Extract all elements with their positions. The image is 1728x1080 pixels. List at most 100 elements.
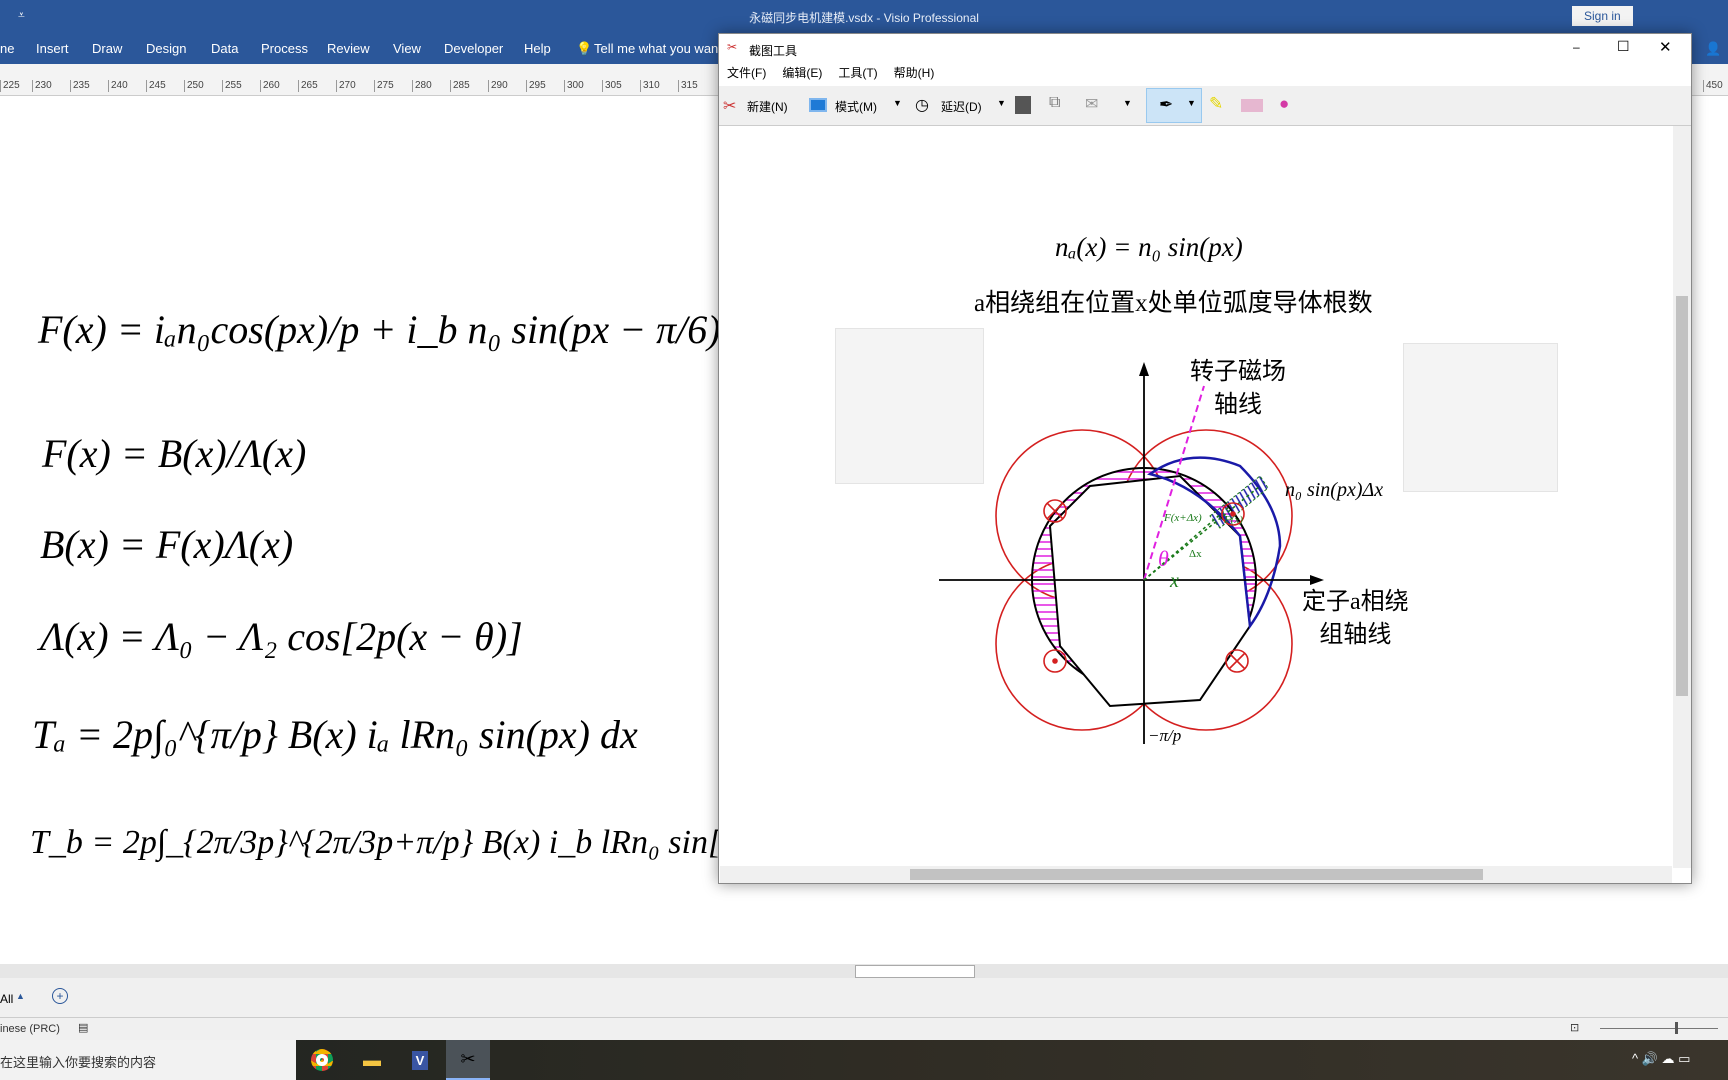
snipping-tool-taskbar-icon[interactable]: ✂: [446, 1040, 490, 1080]
ruler-tick: 225: [0, 80, 20, 92]
canvas-horizontal-scrollbar[interactable]: [0, 964, 1728, 978]
delay-dropdown-icon[interactable]: ▼: [997, 98, 1006, 108]
ruler-tick: 310: [640, 80, 660, 92]
ruler-tick: 230: [32, 80, 52, 92]
macro-icon[interactable]: ▤: [78, 1021, 88, 1034]
tab-view[interactable]: View: [393, 41, 421, 56]
close-button[interactable]: ✕: [1659, 38, 1672, 56]
snip-menu-bar: 文件(F) 编辑(E) 工具(T) 帮助(H): [719, 64, 1691, 86]
zoom-slider[interactable]: [1600, 1028, 1718, 1029]
sign-in-button[interactable]: Sign in: [1572, 6, 1633, 26]
file-explorer-icon[interactable]: ▬: [350, 1040, 394, 1080]
all-pages-button[interactable]: All: [0, 992, 13, 1006]
status-bar: inese (PRC) ▤ ⊡: [0, 1018, 1728, 1040]
tell-me-box[interactable]: Tell me what you want t: [594, 41, 729, 56]
ruler-tick: 235: [70, 80, 90, 92]
new-snip-icon[interactable]: ✂: [723, 96, 736, 116]
equation-Ta: Tₐ = 2p∫₀^{π/p} B(x) iₐ lRn₀ sin(px) dx: [32, 712, 638, 757]
page-tabs-bar: All ▲ +: [0, 978, 1728, 1018]
menu-tools[interactable]: 工具(T): [838, 66, 877, 80]
fx-label: F(x): [1223, 514, 1243, 526]
rotor-axis-label: 转子磁场 轴线: [1190, 359, 1286, 418]
minimize-button[interactable]: –: [1573, 40, 1580, 54]
tab-design[interactable]: Design: [146, 41, 186, 56]
snip-horizontal-scrollbar[interactable]: [720, 866, 1672, 883]
zoom-slider-handle[interactable]: [1675, 1022, 1678, 1034]
scroll-thumb[interactable]: [1676, 296, 1688, 696]
snip-vertical-scrollbar[interactable]: [1673, 126, 1691, 868]
menu-edit[interactable]: 编辑(E): [782, 66, 822, 80]
share-icon[interactable]: 👤: [1705, 41, 1721, 57]
maximize-button[interactable]: ☐: [1617, 38, 1630, 55]
ruler-tick: 240: [108, 80, 128, 92]
snip-title: 截图工具: [749, 44, 798, 58]
send-dropdown-icon[interactable]: ▼: [1123, 98, 1132, 108]
dx-label: Δx: [1189, 548, 1202, 560]
snip-toolbar: ✂ 新建(N) 模式(M) ▼ ◷ 延迟(D) ▼ ⧉ ✉ ▼ ✒ ▼ ✎ ●: [719, 86, 1691, 126]
ruler-tick: 285: [450, 80, 470, 92]
taskbar-search[interactable]: 在这里输入你要搜索的内容: [0, 1040, 296, 1080]
pen-icon: ✒: [1159, 95, 1174, 114]
ruler-tick: 290: [488, 80, 508, 92]
motor-diagram: θ x Δx F(x+Δx) F(x): [939, 362, 1324, 744]
tray-icons[interactable]: ^ 🔊 ☁ ▭: [1632, 1051, 1690, 1067]
highlighter-icon[interactable]: ✎: [1209, 94, 1223, 114]
save-icon[interactable]: [1015, 96, 1031, 114]
fit-page-icon[interactable]: ⊡: [1570, 1021, 1579, 1034]
ruler-tick: 275: [374, 80, 394, 92]
ruler-tick: 255: [222, 80, 242, 92]
snipping-tool-window: ✂ 截图工具 – ☐ ✕ 文件(F) 编辑(E) 工具(T) 帮助(H) ✂ 新建(N…: [718, 33, 1692, 884]
snip-image-area: nₐ(x) = n₀ sin(px) a相绕组在位置x处单位弧度导体根数 θ x…: [720, 126, 1672, 868]
y-axis-arrow: [1139, 362, 1149, 376]
ruler-tick: 260: [260, 80, 280, 92]
chrome-icon[interactable]: [300, 1040, 344, 1080]
mode-button[interactable]: 模式(M): [835, 98, 877, 115]
theta-label: θ: [1158, 546, 1169, 571]
equation-B: B(x) = F(x)Λ(x): [40, 522, 294, 567]
tab-insert[interactable]: Insert: [36, 41, 69, 56]
ruler-tick: 245: [146, 80, 166, 92]
tab-data[interactable]: Data: [211, 41, 238, 56]
equation-Lambda: Λ(x) = Λ₀ − Λ₂ cos[2p(x − θ)]: [40, 614, 523, 659]
scroll-thumb[interactable]: [910, 869, 1483, 880]
menu-file[interactable]: 文件(F): [727, 66, 766, 80]
x-axis-arrow: [1310, 575, 1324, 585]
pen-dropdown-icon[interactable]: ▼: [1187, 98, 1196, 108]
tab-process[interactable]: Process: [261, 41, 308, 56]
equation-F-ratio: F(x) = B(x)/Λ(x): [42, 431, 307, 476]
tab-help[interactable]: Help: [524, 41, 551, 56]
neg-pi-over-p-label: −π/p: [1148, 726, 1182, 745]
scroll-thumb[interactable]: [855, 965, 975, 978]
fxdx-label: F(x+Δx): [1163, 512, 1202, 524]
ruler-tick: 250: [184, 80, 204, 92]
ruler-tick: 305: [602, 80, 622, 92]
ruler-tick: 300: [564, 80, 584, 92]
paint3d-icon[interactable]: ●: [1279, 94, 1289, 114]
delay-button[interactable]: 延迟(D): [941, 98, 982, 115]
snip-title-bar: ✂ 截图工具 – ☐ ✕: [719, 34, 1691, 64]
tab-review[interactable]: Review: [327, 41, 370, 56]
mode-dropdown-icon[interactable]: ▼: [893, 98, 902, 108]
add-page-icon[interactable]: +: [52, 988, 68, 1004]
triangle-up-icon[interactable]: ▲: [16, 991, 25, 1001]
clock-icon: ◷: [915, 97, 929, 114]
visio-icon[interactable]: V: [398, 1040, 442, 1080]
new-button[interactable]: 新建(N): [747, 98, 788, 115]
ruler-tick: 265: [298, 80, 318, 92]
ruler-tick: 295: [526, 80, 546, 92]
tab-developer[interactable]: Developer: [444, 41, 503, 56]
conductor-label: n₀ sin(px)Δx: [1285, 479, 1384, 501]
window-title: 永磁同步电机建模.vsdx - Visio Professional: [749, 11, 979, 25]
ruler-tick: 315: [678, 80, 698, 92]
mode-icon[interactable]: [809, 98, 827, 112]
copy-icon[interactable]: ⧉: [1049, 94, 1060, 112]
ruler-tick: 450: [1703, 80, 1723, 92]
tab-home[interactable]: ne: [0, 41, 14, 56]
eraser-icon[interactable]: [1241, 99, 1263, 112]
menu-help[interactable]: 帮助(H): [894, 66, 935, 80]
send-snip-icon[interactable]: ✉: [1085, 94, 1098, 114]
taskbar: 在这里输入你要搜索的内容 ▬ V ✂ ^ 🔊 ☁ ▭: [0, 1040, 1728, 1080]
ruler-tick: 280: [412, 80, 432, 92]
tab-draw[interactable]: Draw: [92, 41, 122, 56]
scissors-icon: ✂: [727, 40, 738, 54]
